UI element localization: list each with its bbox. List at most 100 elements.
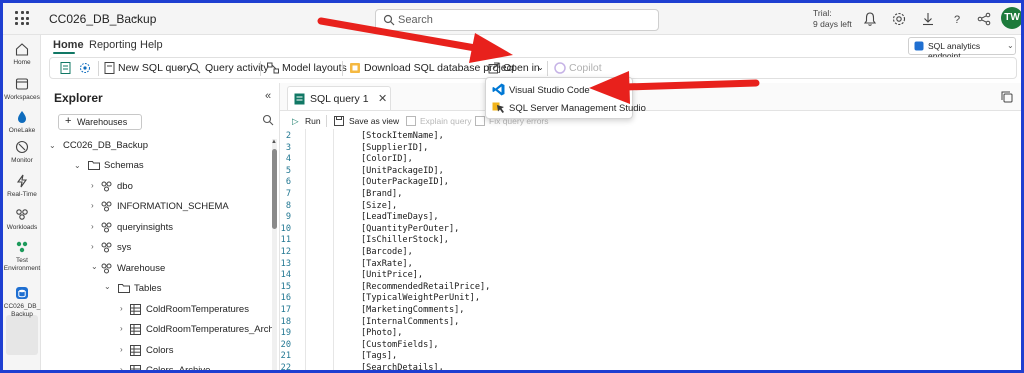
chevron-down-icon[interactable]: ⌄	[178, 63, 185, 72]
download-icon[interactable]	[920, 11, 936, 27]
settings-item-icon[interactable]	[78, 61, 92, 75]
warehouses-label: Warehouses	[77, 117, 128, 127]
avatar[interactable]: TW	[1001, 7, 1021, 29]
code-line[interactable]: 22 [SearchDetails],	[280, 363, 1021, 373]
code-text: [QuantityPerOuter],	[361, 223, 460, 234]
code-line[interactable]: 13 [TaxRate],	[280, 259, 1021, 271]
workspaces-icon	[15, 78, 29, 90]
code-text: [UnitPrice],	[361, 270, 424, 281]
endpoint-selector[interactable]: SQL analytics endpoint ⌄	[908, 37, 1016, 61]
code-text: [CustomFields],	[361, 339, 439, 350]
menu-item-label: Visual Studio Code	[509, 85, 590, 96]
collapse-panel-icon[interactable]: «	[265, 90, 271, 102]
explorer-scrollbar-thumb[interactable]	[272, 149, 277, 229]
tab-home[interactable]: Home	[53, 39, 84, 51]
rail-item-real-time[interactable]: Real-Time	[3, 173, 41, 199]
app-title[interactable]: CC026_DB_Backup	[49, 12, 156, 26]
code-line[interactable]: 19 [Photo],	[280, 328, 1021, 340]
code-line[interactable]: 8 [Size],	[280, 201, 1021, 213]
close-icon[interactable]: ✕	[378, 92, 387, 105]
lightning-icon	[16, 174, 28, 188]
code-line[interactable]: 16 [TypicalWeightPerUnit],	[280, 293, 1021, 305]
code-line[interactable]: 11 [IsChillerStock],	[280, 235, 1021, 247]
explain-icon	[406, 116, 416, 126]
code-line[interactable]: 18 [InternalComments],	[280, 317, 1021, 329]
code-line[interactable]: 7 [Brand],	[280, 189, 1021, 201]
chevron-down-icon[interactable]: ⌄	[537, 63, 544, 72]
new-item-icon[interactable]	[59, 61, 73, 75]
copy-icon[interactable]	[1001, 91, 1013, 103]
workloads-icon	[16, 209, 28, 220]
code-line[interactable]: 2 [StockItemName],	[280, 131, 1021, 143]
search-input[interactable]: Search	[375, 9, 659, 31]
tab-sql-query-1[interactable]: SQL query 1 ✕	[287, 86, 391, 110]
rail-item-workloads[interactable]: Workloads	[3, 206, 41, 232]
add-warehouses-button[interactable]: + Warehouses	[58, 114, 142, 130]
code-line[interactable]: 17 [MarketingComments],	[280, 305, 1021, 317]
table-icon	[130, 365, 141, 370]
gear-icon[interactable]	[891, 11, 907, 27]
query-activity-icon	[190, 63, 201, 74]
active-tab-indicator	[53, 52, 75, 54]
rail-item-monitor[interactable]: Monitor	[3, 139, 41, 165]
ribbon-toolbar: New SQL query ⌄ Query activity Model lay…	[49, 57, 1017, 79]
chevron-down-icon[interactable]: ⌄	[131, 11, 139, 22]
play-icon[interactable]: ▷	[292, 116, 299, 127]
tab-label: SQL query 1	[310, 93, 369, 105]
trial-status: Trial: 9 days left	[813, 8, 852, 30]
tree-item-table[interactable]: › ColdRoomTemperatures_Arch	[120, 324, 272, 337]
explain-query-button[interactable]: Explain query	[420, 116, 472, 126]
model-layouts-button[interactable]: Model layouts	[282, 62, 347, 74]
menu-item-ssms[interactable]: SQL Server Management Studio	[486, 99, 646, 117]
help-icon[interactable]: ?	[949, 11, 965, 27]
copilot-button[interactable]: Copilot	[569, 62, 602, 74]
code-line[interactable]: 5 [UnitPackageID],	[280, 166, 1021, 178]
app-launcher-icon[interactable]	[15, 11, 29, 25]
rail-item-cc026-db-backup[interactable]: CC026_DB_ Backup	[3, 285, 41, 319]
tree-item-label: Colors	[146, 345, 174, 356]
svg-text:?: ?	[954, 14, 960, 26]
code-line[interactable]: 3 [SupplierID],	[280, 143, 1021, 155]
line-number: 7	[285, 189, 291, 199]
copilot-icon	[554, 62, 566, 74]
chevron-down-icon: ⌄	[104, 282, 111, 291]
table-icon	[130, 345, 141, 356]
rail-item-home[interactable]: Home	[3, 41, 41, 67]
tab-help[interactable]: Help	[140, 39, 163, 51]
code-line[interactable]: 6 [OuterPackageID],	[280, 177, 1021, 189]
code-line[interactable]: 12 [Barcode],	[280, 247, 1021, 259]
scroll-up-icon[interactable]: ▲	[271, 139, 277, 145]
tab-reporting[interactable]: Reporting	[89, 39, 137, 51]
code-text: [UnitPackageID],	[361, 165, 444, 176]
query-file-icon	[294, 93, 305, 105]
rail-item-workspaces[interactable]: Workspaces	[3, 76, 41, 102]
folder-icon	[88, 161, 100, 170]
share-icon[interactable]	[976, 11, 992, 27]
menu-item-visual-studio-code[interactable]: Visual Studio Code	[486, 81, 632, 99]
run-button[interactable]: Run	[305, 116, 321, 126]
code-line[interactable]: 10 [QuantityPerOuter],	[280, 224, 1021, 236]
rail-item-onelake[interactable]: OneLake	[3, 109, 41, 135]
code-text: [ColorID],	[361, 154, 413, 165]
code-text: [StockItemName],	[361, 131, 444, 141]
code-text: [SearchDetails],	[361, 363, 444, 373]
chevron-right-icon: ›	[120, 304, 123, 313]
explorer-title: Explorer	[54, 91, 103, 105]
line-number: 4	[285, 154, 291, 165]
line-number: 22	[280, 363, 291, 373]
fix-errors-icon	[475, 116, 485, 126]
code-line[interactable]: 21 [Tags],	[280, 351, 1021, 363]
open-in-menu: Visual Studio Code SQL Server Management…	[485, 77, 646, 119]
code-line[interactable]: 4 [ColorID],	[280, 154, 1021, 166]
code-line[interactable]: 9 [LeadTimeDays],	[280, 212, 1021, 224]
project-icon	[350, 63, 360, 73]
open-in-button[interactable]: Open in	[503, 62, 540, 74]
bell-icon[interactable]	[862, 11, 878, 27]
code-editor[interactable]: 2 [StockItemName], 3 [SupplierID], 4 [ColorID…	[280, 129, 1021, 373]
rail-item-test-environment[interactable]: Test Environment	[3, 239, 41, 273]
code-line[interactable]: 15 [RecommendedRetailPrice],	[280, 282, 1021, 294]
code-line[interactable]: 20 [CustomFields],	[280, 340, 1021, 352]
save-as-view-button[interactable]: Save as view	[349, 116, 399, 126]
search-icon[interactable]	[262, 114, 274, 126]
code-line[interactable]: 14 [UnitPrice],	[280, 270, 1021, 282]
